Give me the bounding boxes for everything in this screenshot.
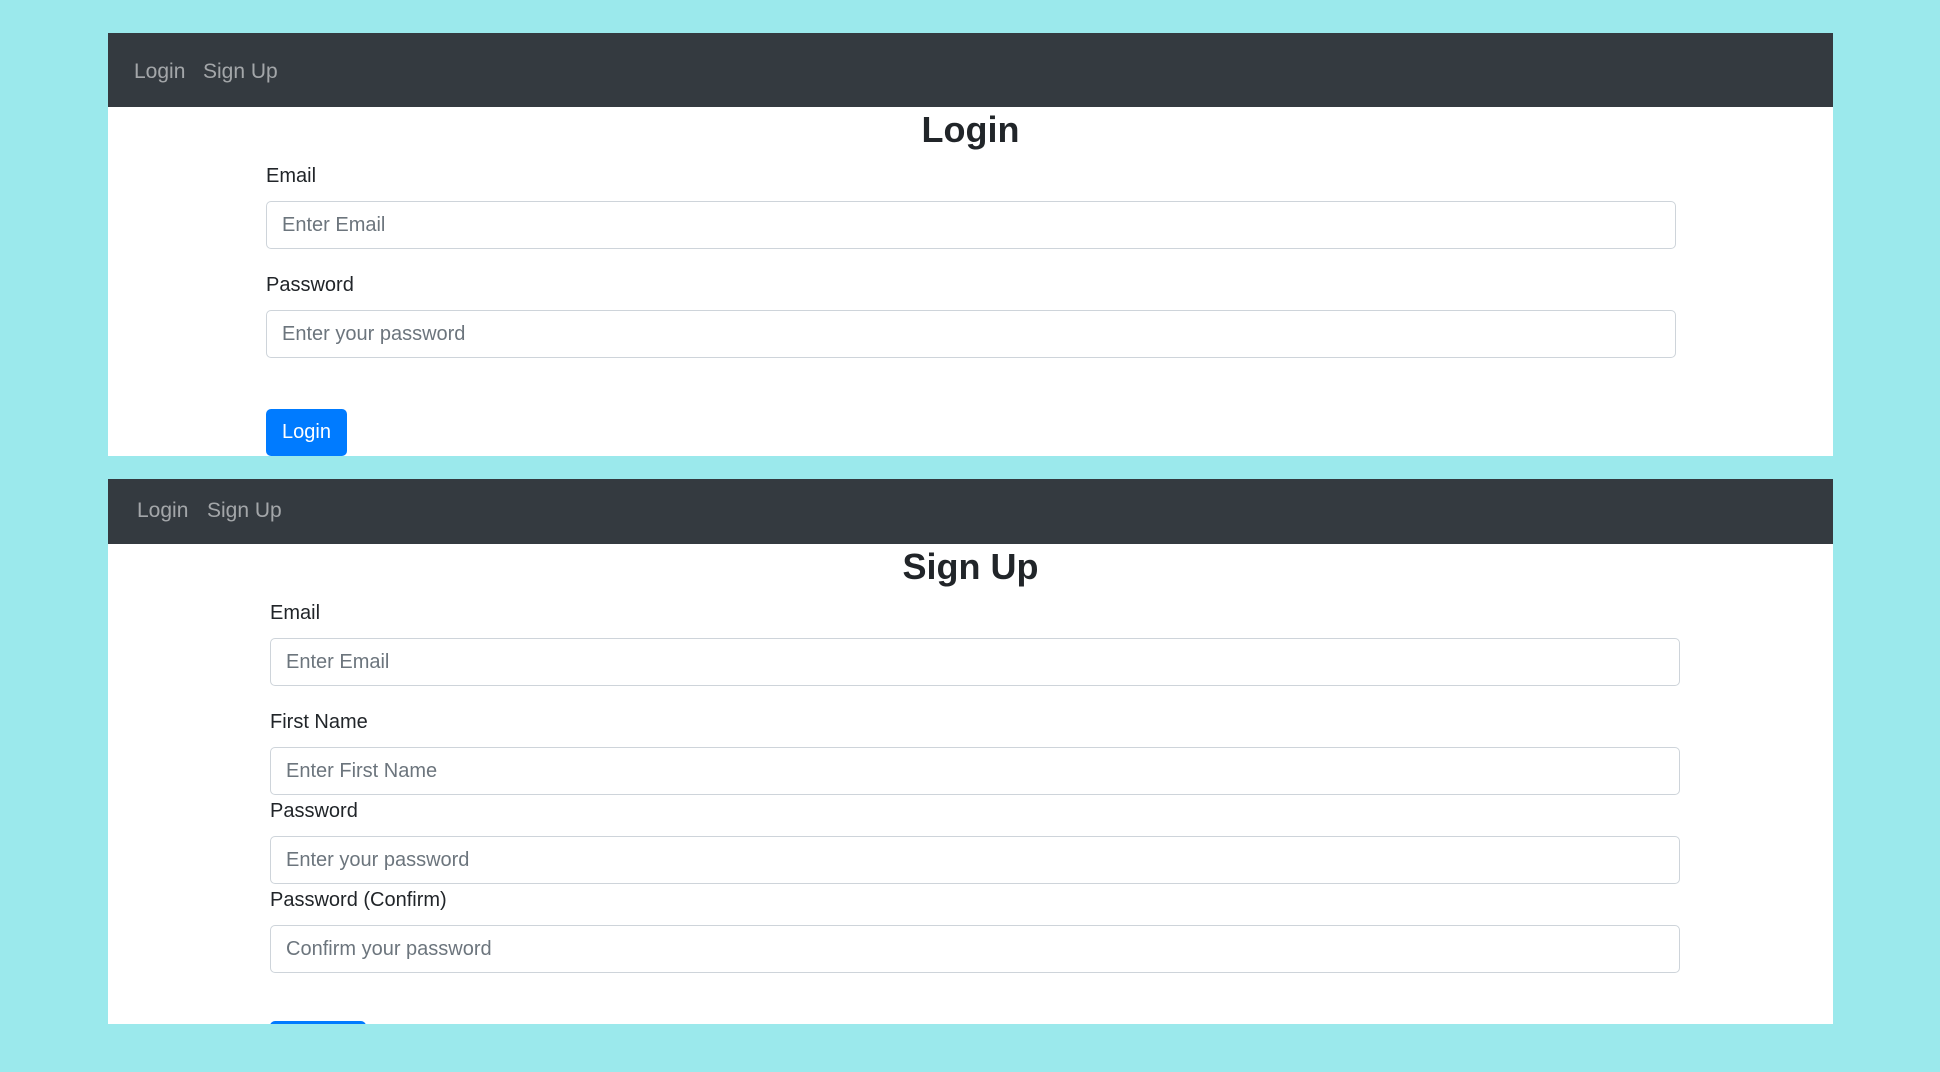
email-label: Email (270, 602, 321, 624)
email-label: Email (266, 165, 317, 187)
password-confirm-input[interactable] (270, 925, 1680, 973)
nav-login-link[interactable]: Login (137, 499, 188, 523)
password-input[interactable] (270, 836, 1680, 884)
signup-screen: Login Sign Up Sign Up Email First Name P… (108, 479, 1833, 1024)
password-confirm-label: Password (Confirm) (270, 889, 447, 911)
first-name-input[interactable] (270, 747, 1680, 795)
page-title: Login (921, 109, 1020, 150)
signup-button[interactable] (270, 1021, 366, 1024)
password-label: Password (266, 274, 354, 296)
password-input[interactable] (266, 310, 1676, 358)
email-input[interactable] (270, 638, 1680, 686)
nav-login-link[interactable]: Login (134, 60, 185, 84)
login-screen: Login Sign Up Login Email Password Login (108, 33, 1833, 456)
navbar: Login Sign Up (108, 33, 1833, 107)
nav-signup-link[interactable]: Sign Up (203, 60, 278, 84)
navbar: Login Sign Up (108, 479, 1833, 544)
password-label: Password (270, 800, 358, 822)
login-button[interactable]: Login (266, 409, 347, 456)
nav-signup-link[interactable]: Sign Up (207, 499, 282, 523)
first-name-label: First Name (270, 711, 368, 733)
email-input[interactable] (266, 201, 1676, 249)
page-title: Sign Up (902, 546, 1039, 587)
